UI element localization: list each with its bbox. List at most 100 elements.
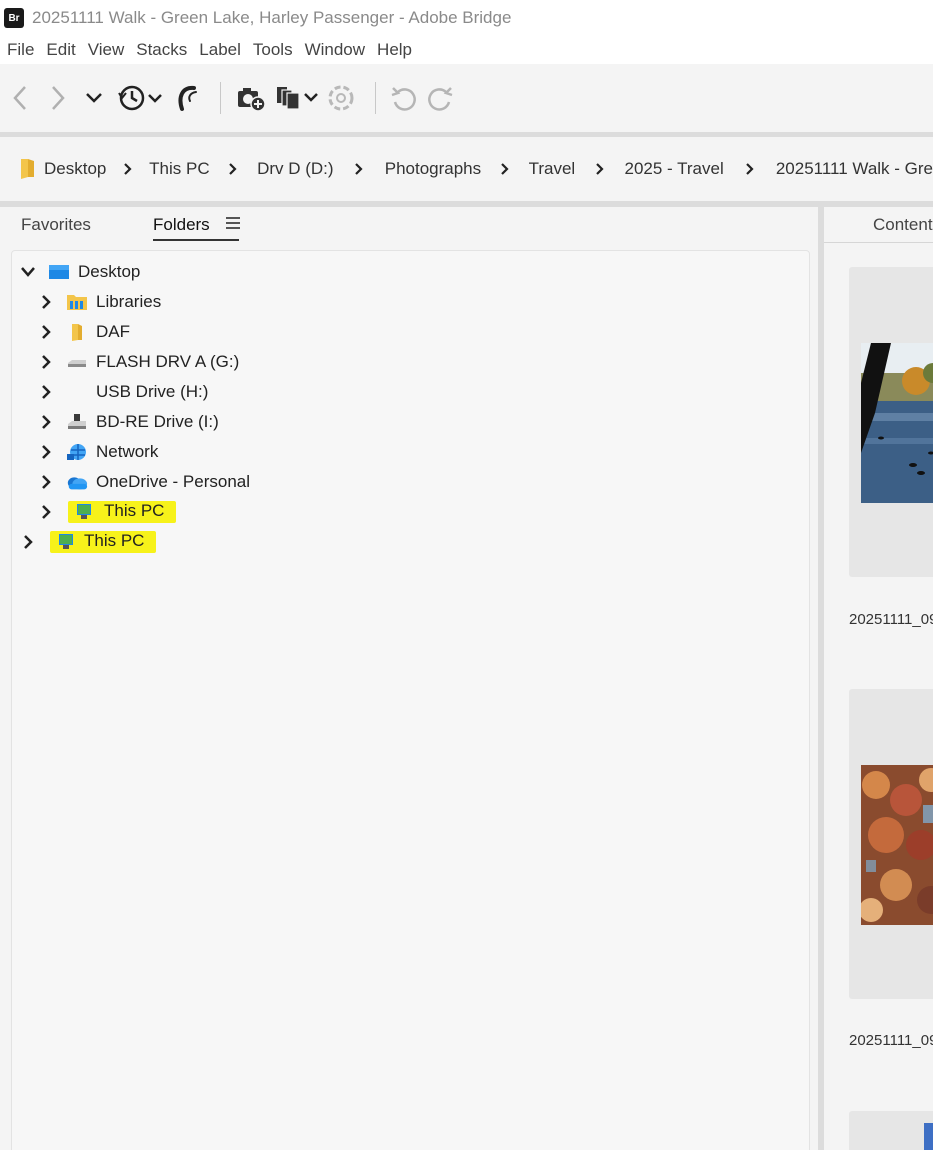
tree-item-usb-drive[interactable]: USB Drive (H:) bbox=[36, 377, 208, 407]
get-photos-button[interactable] bbox=[235, 81, 267, 115]
breadcrumb-item-travel[interactable]: Travel bbox=[529, 159, 576, 179]
thumbnail-card[interactable] bbox=[849, 689, 933, 999]
thumbnail-card[interactable] bbox=[849, 267, 933, 577]
folder-icon bbox=[66, 322, 88, 342]
chevron-right-icon[interactable] bbox=[36, 444, 56, 460]
menu-bar: File Edit View Stacks Label Tools Window… bbox=[0, 36, 933, 64]
menu-help[interactable]: Help bbox=[371, 40, 418, 60]
libraries-icon bbox=[66, 292, 88, 312]
camera-download-icon bbox=[238, 88, 266, 112]
tree-item-label: This PC bbox=[104, 501, 165, 520]
rotate-right-button[interactable] bbox=[426, 81, 454, 115]
chevron-right-icon[interactable] bbox=[575, 162, 624, 176]
refine-dropdown-button[interactable] bbox=[275, 81, 321, 115]
chevron-right-icon[interactable] bbox=[36, 324, 56, 340]
tree-item-label: Desktop bbox=[78, 262, 141, 281]
boomerang-icon bbox=[178, 85, 197, 111]
recent-files-button[interactable] bbox=[118, 81, 164, 115]
tree-item-this-pc-nested[interactable]: This PC bbox=[36, 497, 177, 527]
chevron-left-icon bbox=[13, 86, 26, 110]
toolbar-separator bbox=[375, 82, 376, 114]
tree-item-onedrive[interactable]: OneDrive - Personal bbox=[36, 467, 250, 497]
thumbnail-image-partial[interactable] bbox=[924, 1123, 933, 1150]
panel-menu-icon[interactable] bbox=[226, 217, 240, 232]
drive-icon bbox=[66, 352, 88, 372]
breadcrumb-item-desktop[interactable]: Desktop bbox=[44, 159, 106, 179]
breadcrumb-item-this-pc[interactable]: This PC bbox=[149, 159, 209, 179]
tree-item-label: OneDrive - Personal bbox=[96, 472, 251, 491]
tree-item-flash-drv[interactable]: FLASH DRV A (G:) bbox=[36, 347, 239, 377]
tree-item-this-pc[interactable]: This PC bbox=[18, 527, 157, 557]
forward-button[interactable] bbox=[46, 81, 70, 115]
tab-favorites[interactable]: Favorites bbox=[21, 215, 91, 235]
path-bar: Desktop This PC Drv D (D:) Photographs T… bbox=[0, 137, 933, 201]
desktop-icon bbox=[48, 262, 70, 282]
thumbnail-filename: 20251111_09 bbox=[849, 1032, 933, 1049]
thumbnail-card[interactable] bbox=[849, 1111, 933, 1150]
adobe-bridge-logo-icon: Br bbox=[4, 8, 24, 28]
chevron-down-icon[interactable] bbox=[18, 266, 38, 278]
toolbar bbox=[0, 64, 933, 132]
menu-view[interactable]: View bbox=[82, 40, 131, 60]
tree-item-label: FLASH DRV A (G:) bbox=[96, 352, 240, 371]
folder-tree: Desktop Libraries DAF FLASH DRV A (G:) U… bbox=[11, 250, 810, 1150]
chevron-right-icon[interactable] bbox=[36, 384, 56, 400]
onedrive-icon bbox=[66, 472, 88, 492]
tab-content-label: Content bbox=[873, 215, 933, 234]
chevron-right-icon[interactable] bbox=[36, 474, 56, 490]
chevron-right-icon[interactable] bbox=[18, 534, 38, 550]
tree-item-desktop[interactable]: Desktop bbox=[18, 257, 140, 287]
menu-tools[interactable]: Tools bbox=[247, 40, 299, 60]
panel-tabs: Favorites Folders bbox=[0, 207, 818, 245]
thumbnail-image-lake[interactable] bbox=[861, 343, 933, 503]
back-button[interactable] bbox=[8, 81, 32, 115]
rotate-left-button[interactable] bbox=[390, 81, 418, 115]
highlight-marker: This PC bbox=[68, 501, 177, 523]
chevron-right-icon[interactable] bbox=[36, 354, 56, 370]
breadcrumb-item-drv-d[interactable]: Drv D (D:) bbox=[257, 159, 333, 179]
tree-item-network[interactable]: Network bbox=[36, 437, 158, 467]
open-in-camera-raw-button[interactable] bbox=[327, 81, 355, 115]
toolbar-separator bbox=[220, 82, 221, 114]
rotate-ccw-icon bbox=[391, 87, 416, 111]
tab-content[interactable]: Content bbox=[824, 207, 933, 243]
highlight-marker: This PC bbox=[50, 531, 157, 553]
chevron-right-icon[interactable] bbox=[724, 162, 776, 176]
usb-drive-icon bbox=[66, 382, 88, 402]
chevron-right-icon[interactable] bbox=[481, 162, 528, 176]
chevron-right-icon[interactable] bbox=[36, 294, 56, 310]
chevron-right-icon bbox=[52, 86, 65, 110]
tree-item-daf[interactable]: DAF bbox=[36, 317, 130, 347]
recent-locations-dropdown[interactable] bbox=[82, 81, 106, 115]
refine-icon bbox=[277, 87, 318, 110]
breadcrumb-item-2025-travel[interactable]: 2025 - Travel bbox=[625, 159, 724, 179]
content-panel: Content 20251111_09 20251111_09 bbox=[824, 207, 933, 1150]
optical-drive-icon bbox=[66, 412, 88, 432]
chevron-right-icon[interactable] bbox=[210, 162, 257, 176]
folders-panel: Favorites Folders Desktop Libraries DAF … bbox=[0, 207, 818, 1150]
chevron-right-icon[interactable] bbox=[36, 504, 56, 520]
tree-item-label: BD-RE Drive (I:) bbox=[96, 412, 219, 431]
tree-item-label: USB Drive (H:) bbox=[96, 382, 209, 401]
menu-window[interactable]: Window bbox=[299, 40, 371, 60]
chevron-right-icon[interactable] bbox=[36, 414, 56, 430]
network-icon bbox=[66, 442, 88, 462]
breadcrumb-item-current-folder[interactable]: 20251111 Walk - Gre bbox=[776, 159, 933, 179]
rotate-cw-icon bbox=[428, 87, 453, 111]
return-to-app-button[interactable] bbox=[174, 81, 200, 115]
menu-edit[interactable]: Edit bbox=[40, 40, 81, 60]
menu-label[interactable]: Label bbox=[193, 40, 247, 60]
history-icon bbox=[118, 85, 162, 111]
menu-file[interactable]: File bbox=[0, 40, 40, 60]
chevron-right-icon[interactable] bbox=[334, 162, 385, 176]
tree-item-label: This PC bbox=[84, 531, 145, 550]
tree-item-libraries[interactable]: Libraries bbox=[36, 287, 161, 317]
chevron-right-icon[interactable] bbox=[106, 162, 149, 176]
tree-item-label: DAF bbox=[96, 322, 130, 341]
tree-item-label: Network bbox=[96, 442, 159, 461]
folder-icon bbox=[18, 157, 38, 181]
menu-stacks[interactable]: Stacks bbox=[130, 40, 193, 60]
tree-item-bd-re-drive[interactable]: BD-RE Drive (I:) bbox=[36, 407, 219, 437]
breadcrumb-item-photographs[interactable]: Photographs bbox=[385, 159, 481, 179]
thumbnail-image-autumn-leaves[interactable] bbox=[859, 765, 933, 925]
